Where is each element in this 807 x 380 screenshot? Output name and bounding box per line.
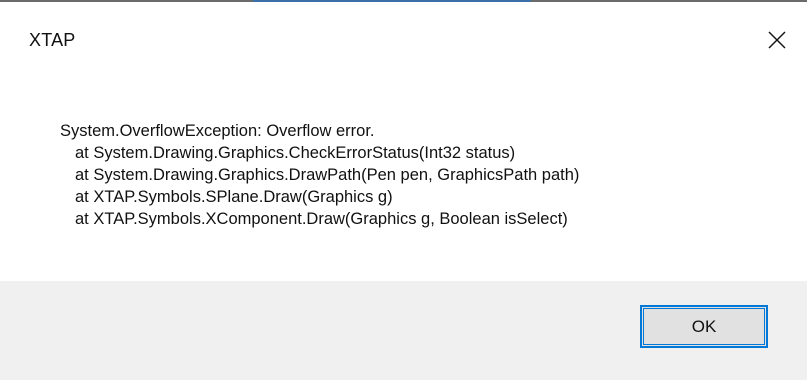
dialog-title: XTAP (29, 30, 76, 50)
window-top-accent (253, 0, 531, 2)
close-button[interactable] (747, 10, 807, 70)
ok-button[interactable]: OK (640, 305, 768, 348)
error-message: System.OverflowException: Overflow error… (60, 120, 780, 230)
exception-line: System.OverflowException: Overflow error… (60, 122, 375, 140)
stack-trace-line: at XTAP.Symbols.XComponent.Draw(Graphics… (75, 210, 568, 228)
ok-button-label: OK (691, 316, 717, 336)
stack-trace-line: at XTAP.Symbols.SPlane.Draw(Graphics g) (75, 188, 393, 206)
error-dialog: XTAP System.OverflowException: Overflow … (0, 0, 807, 380)
stack-trace-line: at System.Drawing.Graphics.DrawPath(Pen … (75, 166, 580, 184)
close-icon (768, 31, 786, 49)
window-top-border (0, 0, 807, 2)
button-bar: OK (0, 281, 807, 380)
stack-trace-line: at System.Drawing.Graphics.CheckErrorSta… (75, 144, 516, 162)
